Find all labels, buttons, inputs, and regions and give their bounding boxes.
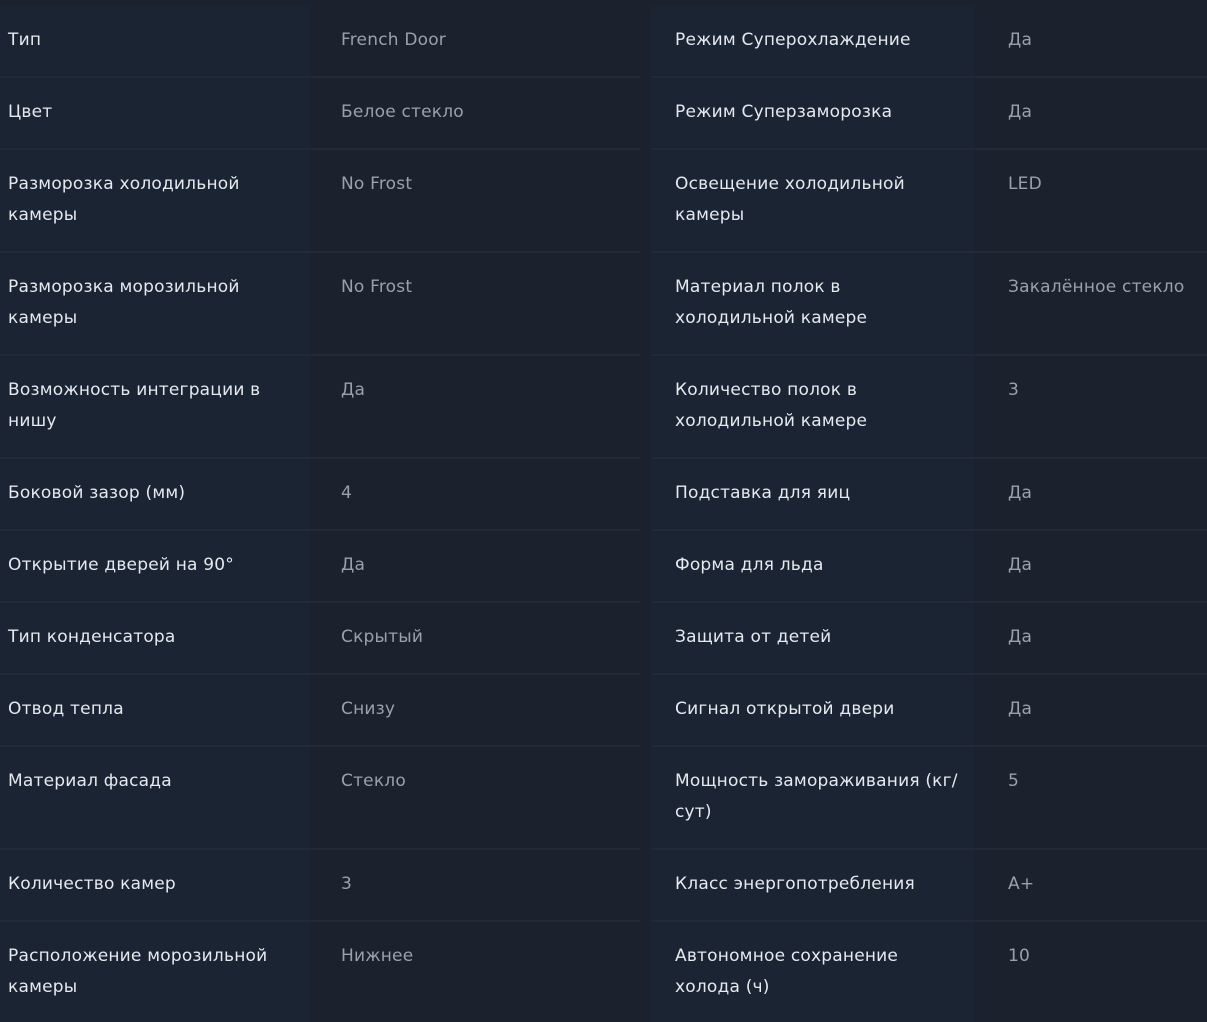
spec-label: Отвод тепла xyxy=(0,675,310,745)
spec-value: No Frost xyxy=(318,253,640,354)
spec-row: Разморозка холодильной камеры No Frost xyxy=(0,150,640,253)
spec-label: Режим Суперзаморозка xyxy=(651,78,974,148)
spec-value: 4 xyxy=(318,459,640,529)
spec-row: Материал фасада Стекло xyxy=(0,747,640,850)
spec-row: Освещение холодильной камеры LED xyxy=(651,150,1207,253)
spec-label: Количество камер xyxy=(0,850,310,920)
spec-row: Возможность интеграции в нишу Да xyxy=(0,356,640,459)
spec-value: Да xyxy=(984,531,1207,601)
spec-value: Белое стекло xyxy=(318,78,640,148)
spec-value: LED xyxy=(984,150,1207,251)
spec-label: Материал фасада xyxy=(0,747,310,848)
spec-label: Количество полок в холодильной камере xyxy=(651,356,974,457)
spec-row: Открытие дверей на 90° Да xyxy=(0,531,640,603)
spec-row: Защита от детей Да xyxy=(651,603,1207,675)
spec-label: Открытие дверей на 90° xyxy=(0,531,310,601)
spec-value: Да xyxy=(984,603,1207,673)
spec-value: French Door xyxy=(318,6,640,76)
spec-label: Класс энергопотребления xyxy=(651,850,974,920)
spec-row: Подставка для яиц Да xyxy=(651,459,1207,531)
spec-value: Нижнее xyxy=(318,922,640,1022)
spec-label: Разморозка морозильной камеры xyxy=(0,253,310,354)
spec-value: Да xyxy=(984,675,1207,745)
spec-label: Освещение холодильной камеры xyxy=(651,150,974,251)
spec-value: 3 xyxy=(984,356,1207,457)
spec-label: Тип конденсатора xyxy=(0,603,310,673)
specs-column-left: Тип French Door Цвет Белое стекло Размор… xyxy=(0,6,640,1022)
specifications-table: Тип French Door Цвет Белое стекло Размор… xyxy=(0,0,1207,1022)
spec-row: Режим Суперохлаждение Да xyxy=(651,6,1207,78)
specs-column-right: Режим Суперохлаждение Да Режим Суперзамо… xyxy=(651,6,1207,1022)
spec-row: Разморозка морозильной камеры No Frost xyxy=(0,253,640,356)
spec-label: Автономное сохранение холода (ч) xyxy=(651,922,974,1022)
spec-value: 3 xyxy=(318,850,640,920)
spec-value: Скрытый xyxy=(318,603,640,673)
spec-row: Отвод тепла Снизу xyxy=(0,675,640,747)
spec-row: Количество полок в холодильной камере 3 xyxy=(651,356,1207,459)
spec-label: Сигнал открытой двери xyxy=(651,675,974,745)
spec-value: 5 xyxy=(984,747,1207,848)
spec-row: Боковой зазор (мм) 4 xyxy=(0,459,640,531)
spec-value: Стекло xyxy=(318,747,640,848)
spec-row: Режим Суперзаморозка Да xyxy=(651,78,1207,150)
spec-row: Цвет Белое стекло xyxy=(0,78,640,150)
spec-label: Возможность интеграции в нишу xyxy=(0,356,310,457)
spec-row: Тип French Door xyxy=(0,6,640,78)
spec-label: Режим Суперохлаждение xyxy=(651,6,974,76)
spec-label: Материал полок в холодильной камере xyxy=(651,253,974,354)
spec-value: Снизу xyxy=(318,675,640,745)
spec-row: Мощность замораживания (кг/сут) 5 xyxy=(651,747,1207,850)
spec-label: Цвет xyxy=(0,78,310,148)
spec-value: Да xyxy=(984,78,1207,148)
spec-value: Закалённое стекло xyxy=(984,253,1207,354)
spec-label: Разморозка холодильной камеры xyxy=(0,150,310,251)
spec-row: Автономное сохранение холода (ч) 10 xyxy=(651,922,1207,1022)
spec-label: Подставка для яиц xyxy=(651,459,974,529)
spec-value: 10 xyxy=(984,922,1207,1022)
spec-label: Тип xyxy=(0,6,310,76)
spec-value: Да xyxy=(984,459,1207,529)
spec-row: Сигнал открытой двери Да xyxy=(651,675,1207,747)
spec-value: A+ xyxy=(984,850,1207,920)
spec-label: Боковой зазор (мм) xyxy=(0,459,310,529)
spec-row: Тип конденсатора Скрытый xyxy=(0,603,640,675)
spec-row: Класс энергопотребления A+ xyxy=(651,850,1207,922)
spec-row: Количество камер 3 xyxy=(0,850,640,922)
spec-label: Расположение морозильной камеры xyxy=(0,922,310,1022)
spec-row: Материал полок в холодильной камере Зака… xyxy=(651,253,1207,356)
spec-value: Да xyxy=(984,6,1207,76)
spec-row: Форма для льда Да xyxy=(651,531,1207,603)
spec-label: Мощность замораживания (кг/сут) xyxy=(651,747,974,848)
spec-row: Расположение морозильной камеры Нижнее xyxy=(0,922,640,1022)
spec-label: Защита от детей xyxy=(651,603,974,673)
spec-value: Да xyxy=(318,356,640,457)
spec-value: No Frost xyxy=(318,150,640,251)
spec-label: Форма для льда xyxy=(651,531,974,601)
spec-value: Да xyxy=(318,531,640,601)
